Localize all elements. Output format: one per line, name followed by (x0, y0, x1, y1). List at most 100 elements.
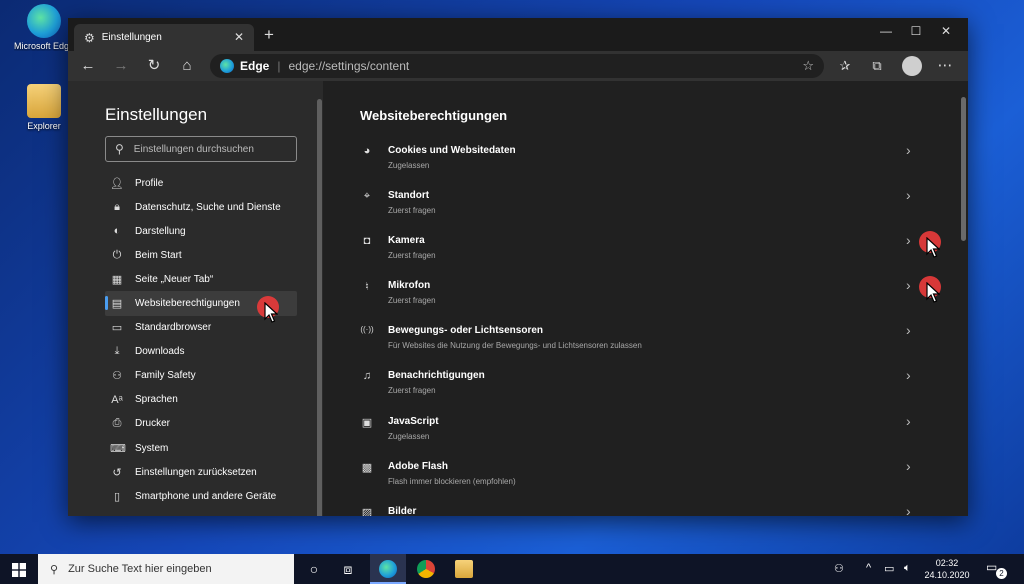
sidebar-title: Einstellungen (105, 105, 208, 124)
chevron-right-icon: › (906, 142, 911, 158)
edge-icon (220, 59, 234, 73)
sidebar-item[interactable]: ↺ Einstellungen zurücksetzen (105, 460, 297, 484)
maximize-button[interactable]: ☐ (901, 18, 931, 44)
sidebar-item-label: Family Safety (135, 370, 196, 382)
favorite-star-icon[interactable]: ☆ (802, 58, 814, 74)
permission-row[interactable]: ▨ Bilder › (360, 502, 920, 516)
phone-icon: ▯ (113, 490, 121, 503)
permission-row[interactable]: ▣ JavaScript Zugelassen › (360, 412, 920, 457)
sidebar-item[interactable]: ▦ Seite „Neuer Tab“ (105, 267, 297, 291)
reset-icon: ↺ (112, 466, 122, 479)
sidebar-item-label: Seite „Neuer Tab“ (135, 273, 214, 285)
permission-title: Bewegungs- oder Lichtsensoren (388, 325, 544, 337)
permission-title: JavaScript (388, 415, 439, 427)
desktop-icon-explorer[interactable]: Explorer (14, 84, 74, 131)
desktop-icon-edge[interactable]: Microsoft Edge (14, 4, 74, 51)
sidebar-item[interactable]: ⚇ Family Safety (105, 364, 297, 388)
mouse-pointer-icon (926, 282, 940, 303)
address-url: edge://settings/content (288, 59, 410, 73)
forward-button[interactable]: → (110, 55, 132, 77)
clock-date: 24.10.2020 (924, 570, 970, 580)
start-button[interactable] (0, 554, 38, 584)
favorites-button[interactable]: ✰ (834, 55, 856, 77)
sidebar-item[interactable]: ◐ Darstellung (105, 219, 297, 243)
sidebar-item-label: Sprachen (135, 394, 178, 406)
sidebar-item[interactable]: ⌨ System (105, 436, 297, 460)
cookie-icon: ◕ (363, 145, 371, 157)
permission-title: Benachrichtigungen (388, 370, 485, 382)
permission-row[interactable]: ◕ Cookies und Websitedaten Zugelassen › (360, 141, 920, 186)
action-center-button[interactable]: ▭ 2 (986, 560, 1007, 579)
permission-title: Kamera (388, 235, 425, 247)
more-menu-button[interactable]: ⋯ (934, 55, 956, 77)
folder-icon (455, 560, 473, 578)
taskbar-app-chrome[interactable] (408, 554, 444, 584)
flash-icon: ▩ (361, 461, 373, 474)
sidebar-item-label: Darstellung (135, 225, 186, 237)
taskbar-app-explorer[interactable] (446, 554, 482, 584)
folder-icon (27, 84, 61, 118)
javascript-icon: ▣ (361, 416, 373, 429)
network-icon[interactable]: ▭ (884, 562, 894, 575)
people-icon[interactable]: ⚇ (834, 562, 844, 575)
sidebar-item[interactable]: 🔒︎ Datenschutz, Suche und Dienste (105, 195, 297, 219)
permission-title: Cookies und Websitedaten (388, 145, 516, 156)
click-marker-microphone (919, 276, 945, 306)
chevron-right-icon: › (906, 277, 911, 294)
sidebar-item[interactable]: ⏻ Beim Start (105, 243, 297, 267)
volume-icon[interactable]: 🔈︎ (904, 562, 911, 575)
permission-row[interactable]: ⌖ Standort Zuerst fragen › (360, 186, 920, 231)
search-icon: ⚲ (50, 563, 59, 576)
close-tab-icon[interactable]: ✕ (234, 30, 244, 44)
collections-button[interactable]: ⧉ (866, 55, 888, 77)
permission-status: Zuerst fragen (388, 251, 436, 261)
permission-row[interactable]: ♮ Mikrofon Zuerst fragen › (360, 276, 920, 321)
permission-row[interactable]: ▩ Adobe Flash Flash immer blockieren (empf… (360, 457, 920, 502)
tab-settings[interactable]: ⚙ Einstellungen ✕ (74, 24, 254, 51)
language-icon: Aᵃ (111, 393, 123, 406)
task-view-button[interactable]: ⧈ (330, 554, 366, 584)
taskbar-search-box[interactable]: ⚲ Zur Suche Text hier eingeben (38, 554, 294, 584)
new-tab-button[interactable]: + (258, 24, 280, 46)
sidebar-item[interactable]: ⎙ Drucker (105, 412, 297, 436)
chevron-right-icon: › (906, 367, 911, 384)
permission-status: Zuerst fragen (388, 296, 436, 306)
permission-row[interactable]: ◘ Kamera Zuerst fragen › (360, 231, 920, 276)
sidebar-item-label: Einstellungen zurücksetzen (135, 466, 257, 478)
sidebar-item[interactable]: 👤︎ Profile (105, 171, 297, 195)
permission-status: Flash immer blockieren (empfohlen) (388, 476, 516, 486)
click-marker-sidebar (257, 296, 283, 326)
tab-title: Einstellungen (101, 32, 162, 43)
sidebar-item[interactable]: ⤓ Downloads (105, 340, 297, 364)
content-scrollbar[interactable] (961, 97, 966, 241)
permission-row[interactable]: ((·)) Bewegungs- oder Lichtsensoren Für We… (360, 321, 920, 366)
avatar[interactable] (902, 56, 922, 76)
taskbar-app-edge[interactable] (370, 554, 406, 584)
sidebar-scrollbar[interactable] (317, 99, 322, 516)
home-button[interactable]: ⌂ (176, 55, 198, 77)
permission-row[interactable]: ♫ Benachrichtigungen Zuerst fragen › (360, 366, 920, 411)
settings-search-input[interactable] (131, 142, 286, 156)
desktop-icon-label: Explorer (27, 121, 61, 131)
profile-icon: 👤︎ (110, 177, 124, 190)
settings-search-box[interactable]: ⚲ (105, 136, 297, 162)
sidebar-item-label: Downloads (135, 346, 185, 358)
chevron-right-icon: › (906, 322, 911, 339)
back-button[interactable]: ← (77, 55, 99, 77)
edge-icon (27, 4, 61, 38)
sidebar-item[interactable]: ▯ Smartphone und andere Geräte (105, 484, 297, 508)
address-bar[interactable]: Edge | edge://settings/content ☆ (210, 54, 824, 78)
window-close-button[interactable]: ✕ (931, 18, 961, 44)
permission-status: Zuerst fragen (388, 206, 436, 216)
sidebar-item-label: Standardbrowser (135, 322, 212, 334)
taskbar-clock[interactable]: 02:32 24.10.2020 (922, 557, 972, 581)
tray-chevron-icon[interactable]: ^ (866, 562, 871, 574)
cortana-button[interactable]: ○ (296, 554, 332, 584)
chevron-right-icon: › (906, 232, 911, 249)
minimize-button[interactable]: — (871, 18, 901, 44)
sidebar-item[interactable]: Aᵃ Sprachen (105, 388, 297, 412)
clock-time: 02:32 (935, 558, 959, 568)
sidebar-item-label: System (135, 442, 169, 454)
permission-title: Standort (388, 190, 430, 202)
refresh-button[interactable]: ↻ (143, 55, 165, 77)
